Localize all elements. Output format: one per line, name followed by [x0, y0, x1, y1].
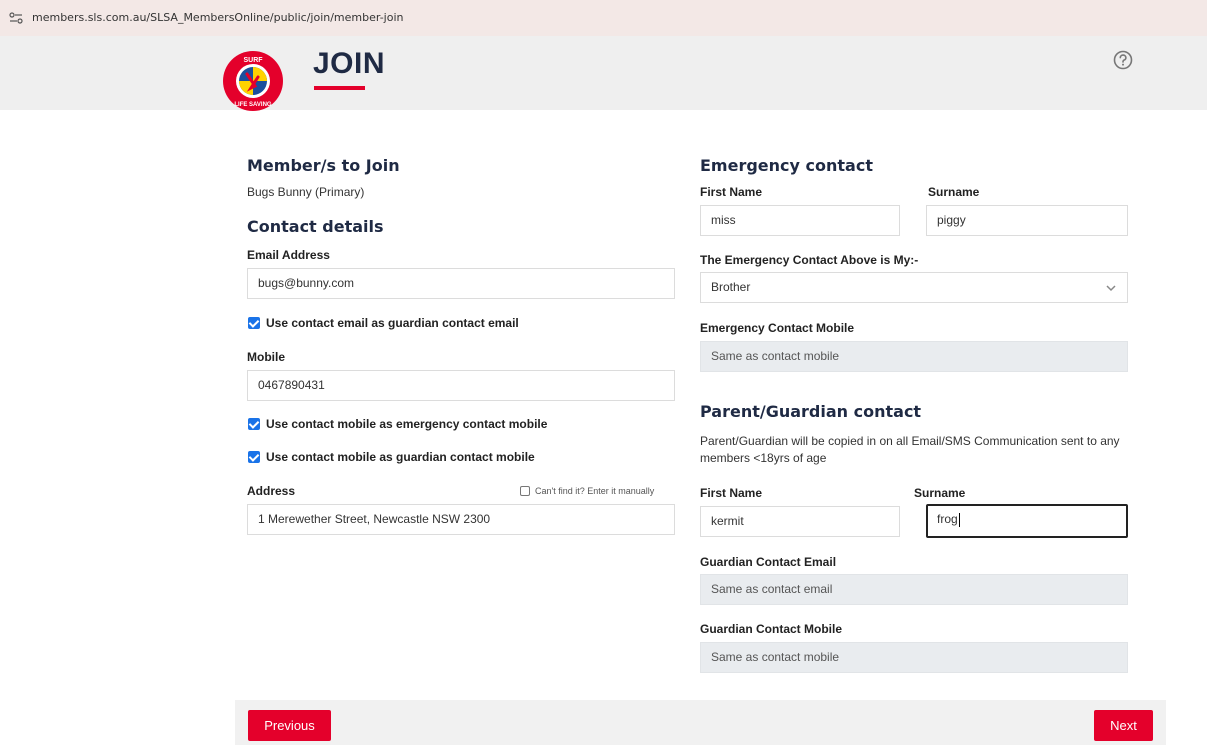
previous-button[interactable]: Previous	[248, 710, 331, 741]
emergency-first-name-field[interactable]: miss	[700, 205, 900, 236]
text-cursor	[958, 512, 960, 527]
emergency-surname-label: Surname	[928, 185, 980, 199]
logo-text-bottom: LIFE SAVING	[234, 102, 272, 108]
checkbox-unchecked[interactable]	[520, 486, 530, 496]
emergency-mobile-label: Emergency Contact Mobile	[700, 321, 855, 335]
guardian-surname-field[interactable]: frog	[926, 504, 1128, 538]
mobile-label: Mobile	[247, 350, 285, 364]
address-label: Address	[247, 484, 296, 498]
relation-select[interactable]: Brother	[700, 272, 1128, 303]
page-header: SURF LIFE SAVING JOIN	[0, 36, 1207, 111]
emergency-surname-field[interactable]: piggy	[926, 205, 1128, 236]
guardian-surname-label: Surname	[914, 486, 966, 500]
url-text[interactable]: members.sls.com.au/SLSA_MembersOnline/pu…	[32, 11, 403, 24]
checkbox-checked[interactable]	[248, 418, 260, 430]
relation-label: The Emergency Contact Above is My:-	[700, 253, 919, 267]
chevron-down-icon	[1106, 285, 1116, 292]
logo-text-top: SURF	[243, 57, 263, 64]
guardian-email-field: Same as contact email	[700, 574, 1128, 605]
primary-member: Bugs Bunny (Primary)	[247, 185, 365, 199]
guardian-mobile-field: Same as contact mobile	[700, 642, 1128, 673]
manual-address-checkbox[interactable]: Can't find it? Enter it manually	[520, 486, 654, 496]
mobile-field[interactable]: 0467890431	[247, 370, 675, 401]
use-email-guardian-checkbox[interactable]: Use contact email as guardian contact em…	[248, 316, 519, 330]
checkbox-checked[interactable]	[248, 451, 260, 463]
surf-life-saving-logo: SURF LIFE SAVING	[223, 51, 283, 111]
page-title: JOIN	[313, 47, 386, 80]
footer-bar	[235, 700, 1166, 745]
emergency-section-title: Emergency contact	[700, 156, 873, 175]
checkbox-checked[interactable]	[248, 317, 260, 329]
checkbox-label: Use contact email as guardian contact em…	[266, 316, 519, 330]
guardian-email-label: Guardian Contact Email	[700, 555, 837, 569]
address-field[interactable]: 1 Merewether Street, Newcastle NSW 2300	[247, 504, 675, 535]
browser-url-bar[interactable]: members.sls.com.au/SLSA_MembersOnline/pu…	[0, 0, 1207, 36]
guardian-description: Parent/Guardian will be copied in on all…	[700, 434, 1120, 465]
use-mobile-emergency-checkbox[interactable]: Use contact mobile as emergency contact …	[248, 417, 547, 431]
checkbox-label: Use contact mobile as guardian contact m…	[266, 450, 535, 464]
email-field[interactable]: bugs@bunny.com	[247, 268, 675, 299]
use-mobile-guardian-checkbox[interactable]: Use contact mobile as guardian contact m…	[248, 450, 535, 464]
checkbox-label: Use contact mobile as emergency contact …	[266, 417, 548, 431]
guardian-first-name-field[interactable]: kermit	[700, 506, 900, 537]
guardian-section-title: Parent/Guardian contact	[700, 402, 922, 421]
emergency-mobile-field: Same as contact mobile	[700, 341, 1128, 372]
title-underline	[314, 86, 365, 90]
site-settings-icon[interactable]	[9, 12, 23, 24]
guardian-first-name-label: First Name	[700, 486, 763, 500]
manual-address-label: Can't find it? Enter it manually	[535, 486, 655, 496]
relation-selected-value: Brother	[711, 280, 751, 294]
email-label: Email Address	[247, 248, 330, 262]
guardian-surname-value: frog	[937, 512, 958, 526]
members-section-title: Member/s to Join	[247, 156, 400, 175]
next-button[interactable]: Next	[1094, 710, 1153, 741]
guardian-mobile-label: Guardian Contact Mobile	[700, 622, 843, 636]
contact-section-title: Contact details	[247, 217, 384, 236]
emergency-first-name-label: First Name	[700, 185, 763, 199]
help-circle-icon[interactable]	[1113, 50, 1133, 70]
